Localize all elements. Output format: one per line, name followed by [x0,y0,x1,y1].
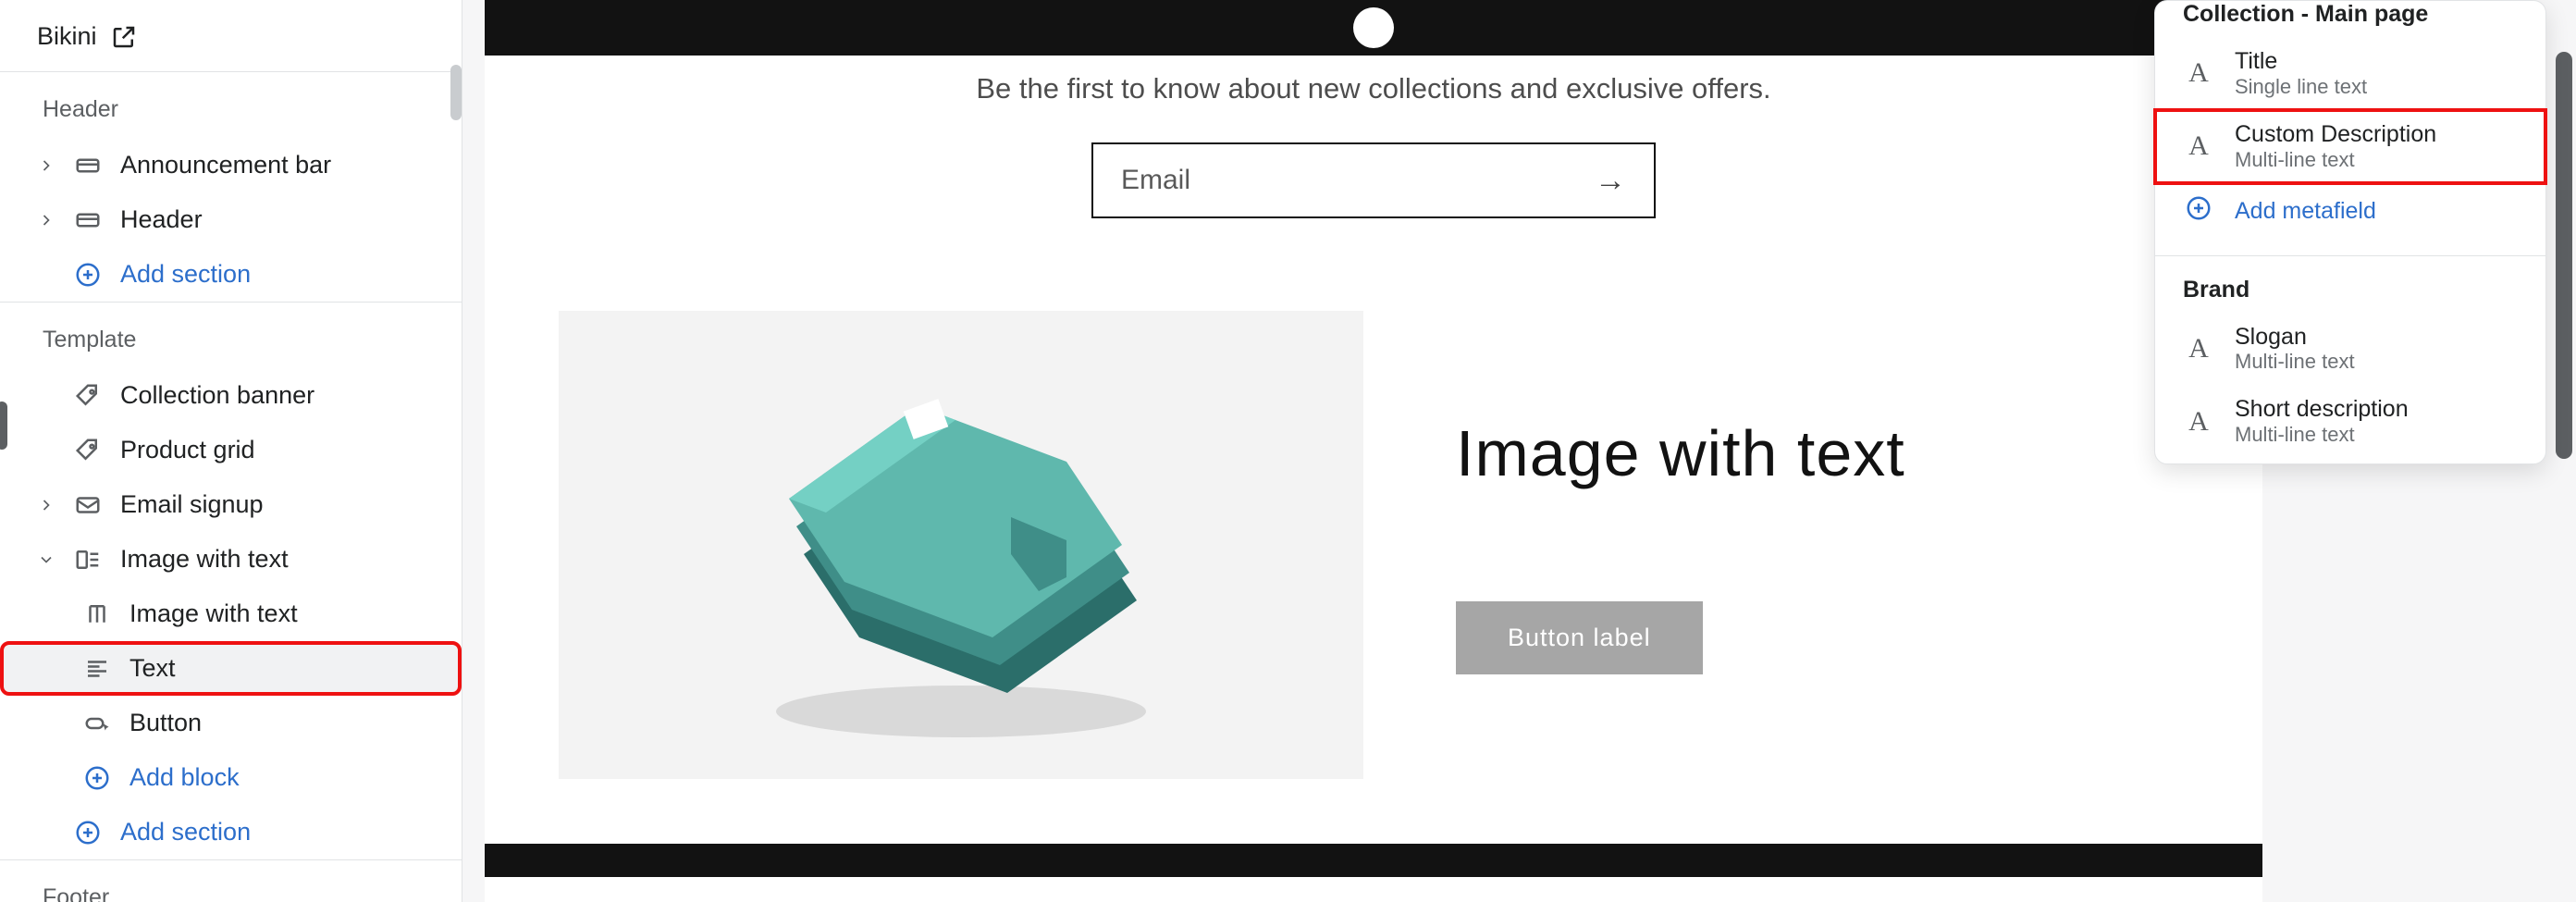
section-collection-banner[interactable]: Collection banner [0,368,462,423]
section-label: Collection banner [120,381,314,410]
active-indicator-pill [0,402,7,450]
add-section-header[interactable]: Add section [0,247,462,302]
tag-icon [74,437,102,464]
mf-item-title[interactable]: A Title Single line text [2155,37,2545,110]
external-link-icon [110,23,138,51]
chevron-right-icon [37,152,55,179]
page-name: Bikini [37,22,97,51]
text-type-icon: A [2183,333,2214,365]
section-product-grid[interactable]: Product grid [0,423,462,477]
arrow-right-icon[interactable]: → [1595,163,1626,199]
group-header-label: Header [0,71,462,138]
preview-header-bar [485,0,2262,56]
plus-circle-icon [74,819,102,846]
email-input[interactable]: Email → [1091,142,1656,218]
plus-circle-icon [83,764,111,792]
chevron-down-icon [37,546,55,574]
mf-title: Custom Description [2235,121,2436,148]
tag-icon [74,382,102,410]
group-template-label: Template [0,302,462,368]
block-label: Button [129,709,202,737]
block-text[interactable]: Text [0,641,462,696]
mf-subtype: Multi-line text [2235,148,2436,172]
section-label: Product grid [120,436,255,464]
page-selector[interactable]: Bikini [0,0,462,71]
email-signup-block: Email → [485,142,2262,311]
heading-icon [83,600,111,628]
iwt-heading: Image with text [1456,416,2188,490]
text-align-icon [83,655,111,683]
add-section-label: Add section [120,818,251,846]
chevron-right-icon [37,206,55,234]
section-announcement-bar[interactable]: Announcement bar [0,138,462,192]
add-metafield-label: Add metafield [2235,198,2376,225]
image-text-icon [74,546,102,574]
section-label: Announcement bar [120,151,331,179]
section-icon [74,206,102,234]
button-icon [83,710,111,737]
chevron-right-icon [37,491,55,519]
mf-title: Title [2235,48,2367,75]
mf-group-brand: Brand [2155,277,2545,303]
block-button[interactable]: Button [0,696,462,750]
add-section-label: Add section [120,260,251,289]
text-type-icon: A [2183,130,2214,162]
add-block-label: Add block [129,763,240,792]
plus-circle-icon [74,261,102,289]
section-email-signup[interactable]: Email signup [0,477,462,532]
iwt-button[interactable]: Button label [1456,601,1703,674]
logo-icon [1353,7,1394,48]
mf-item-slogan[interactable]: A Slogan Multi-line text [2155,313,2545,386]
text-type-icon: A [2183,57,2214,89]
add-metafield[interactable]: Add metafield [2155,183,2545,241]
section-label: Image with text [120,545,289,574]
mf-title: Short description [2235,396,2409,423]
mf-subtype: Multi-line text [2235,350,2355,374]
image-with-text-section[interactable]: Image with text Button label [559,311,2188,779]
section-icon [74,152,102,179]
block-image-with-text[interactable]: Image with text [0,587,462,641]
plus-circle-icon [2183,194,2214,229]
mf-item-custom-description[interactable]: A Custom Description Multi-line text [2155,110,2545,183]
mf-group-collection: Collection - Main page [2155,1,2545,28]
section-label: Header [120,205,203,234]
iwt-button-label: Button label [1508,624,1651,651]
settings-scrollbar[interactable] [2556,52,2572,459]
preview-footer-bar [485,844,2262,877]
group-footer-label: Footer [0,859,462,902]
placeholder-image [559,311,1363,779]
add-block[interactable]: Add block [0,750,462,805]
email-placeholder: Email [1121,165,1190,196]
section-header[interactable]: Header [0,192,462,247]
metafield-picker: Collection - Main page A Title Single li… [2154,0,2546,464]
mf-title: Slogan [2235,324,2355,351]
add-section-template[interactable]: Add section [0,805,462,859]
mf-subtype: Single line text [2235,75,2367,99]
section-image-with-text[interactable]: Image with text [0,532,462,587]
tshirt-stack-icon [721,341,1202,748]
text-type-icon: A [2183,406,2214,438]
block-label: Image with text [129,599,298,628]
section-label: Email signup [120,490,264,519]
mail-icon [74,491,102,519]
sections-sidebar: Bikini Header Announcement bar Header Ad… [0,0,462,902]
mf-subtype: Multi-line text [2235,423,2409,447]
hero-subtitle: Be the first to know about new collectio… [485,56,2262,142]
divider [2155,255,2545,256]
block-label: Text [129,654,176,683]
theme-preview: Be the first to know about new collectio… [485,0,2262,902]
mf-item-short-description[interactable]: A Short description Multi-line text [2155,385,2545,458]
sidebar-scrollbar[interactable] [450,65,462,120]
